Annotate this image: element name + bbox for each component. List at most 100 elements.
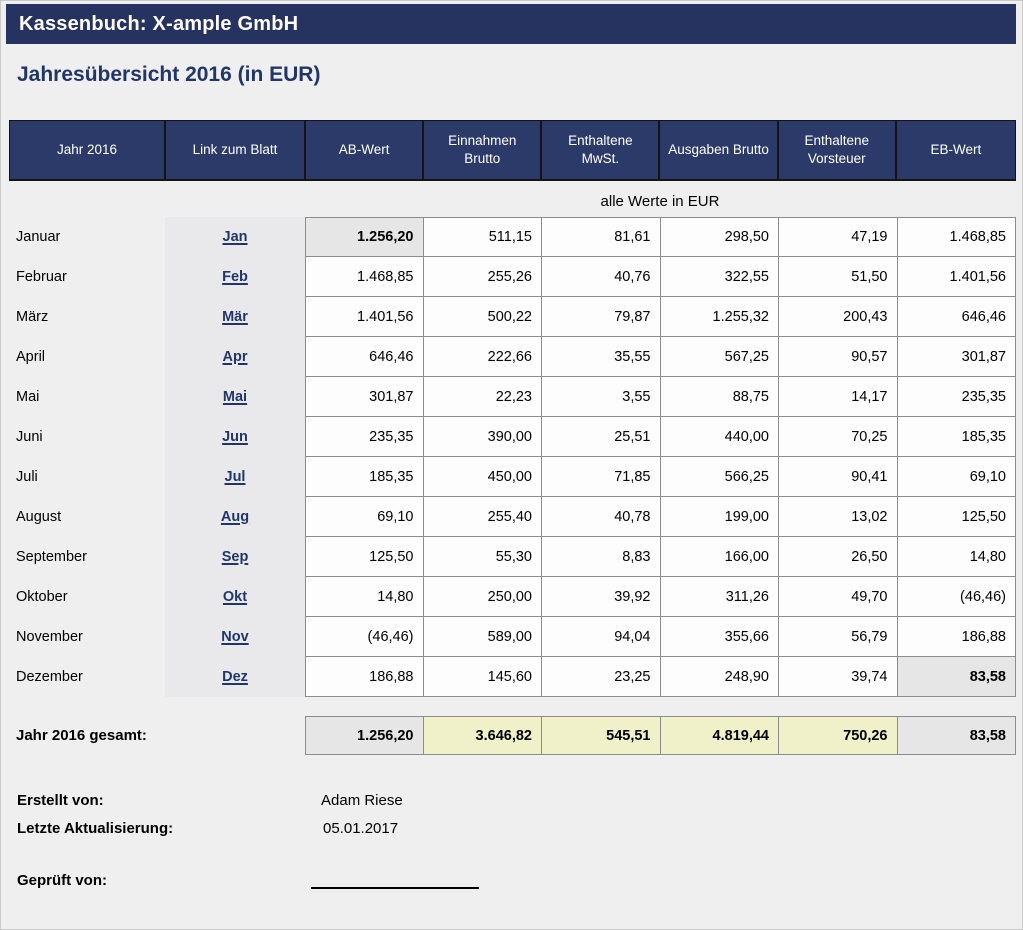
einnahmen-brutto-cell: 589,00 [424,617,543,657]
sheet-link[interactable]: Jan [223,229,248,245]
ausgaben-brutto-cell: 440,00 [661,417,780,457]
ab-wert-cell: 646,46 [305,337,424,377]
header-eb-wert: EB-Wert [897,121,1015,179]
created-by-label: Erstellt von: [17,792,104,809]
sheet-link-cell: Okt [165,577,305,617]
sheet-link-cell: Apr [165,337,305,377]
einnahmen-brutto-cell: 145,60 [424,657,543,697]
enthaltene-mwst-cell: 23,25 [542,657,661,697]
ausgaben-brutto-cell: 311,26 [661,577,780,617]
header-ab-wert: AB-Wert [306,121,424,179]
enthaltene-mwst-cell: 79,87 [542,297,661,337]
ausgaben-brutto-cell: 322,55 [661,257,780,297]
totals-row: Jahr 2016 gesamt: 1.256,20 3.646,82 545,… [9,716,1016,755]
month-label: Dezember [9,657,165,697]
ausgaben-brutto-cell: 567,25 [661,337,780,377]
sheet-link[interactable]: Apr [223,349,248,365]
sheet-link-cell: Mai [165,377,305,417]
month-label: Juli [9,457,165,497]
month-label: September [9,537,165,577]
einnahmen-brutto-cell: 255,26 [424,257,543,297]
enthaltene-mwst-cell: 94,04 [542,617,661,657]
sheet-link[interactable]: Okt [223,589,247,605]
sheet-link-cell: Sep [165,537,305,577]
ausgaben-brutto-cell: 355,66 [661,617,780,657]
ausgaben-brutto-cell: 566,25 [661,457,780,497]
sheet-link[interactable]: Nov [221,629,248,645]
einnahmen-brutto-cell: 390,00 [424,417,543,457]
einnahmen-brutto-cell: 222,66 [424,337,543,377]
header-einnahmen-brutto: Einnahmen Brutto [424,121,542,179]
einnahmen-brutto-cell: 500,22 [424,297,543,337]
totals-ab-wert-cell: 1.256,20 [305,716,424,755]
sheet-link-cell: Mär [165,297,305,337]
header-enthaltene-mwst: Enthaltene MwSt. [542,121,660,179]
ausgaben-brutto-cell: 298,50 [661,217,780,257]
table-body: Januar Jan 1.256,20 511,15 81,61 298,50 … [9,217,1016,697]
einnahmen-brutto-cell: 250,00 [424,577,543,617]
enthaltene-mwst-cell: 39,92 [542,577,661,617]
totals-vorsteuer-cell: 750,26 [779,716,898,755]
enthaltene-mwst-cell: 71,85 [542,457,661,497]
month-label: Mai [9,377,165,417]
table-header-row: Jahr 2016 Link zum Blatt AB-Wert Einnahm… [9,120,1016,181]
enthaltene-vorsteuer-cell: 39,74 [779,657,898,697]
enthaltene-mwst-cell: 3,55 [542,377,661,417]
enthaltene-vorsteuer-cell: 51,50 [779,257,898,297]
signature-line [311,887,479,889]
enthaltene-vorsteuer-cell: 90,57 [779,337,898,377]
month-label: Januar [9,217,165,257]
sheet-link-cell: Jun [165,417,305,457]
month-label: August [9,497,165,537]
totals-mwst-cell: 545,51 [542,716,661,755]
ab-wert-cell: 235,35 [305,417,424,457]
enthaltene-mwst-cell: 40,78 [542,497,661,537]
totals-label: Jahr 2016 gesamt: [9,716,305,755]
sheet-link-cell: Feb [165,257,305,297]
checked-by-label: Geprüft von: [17,872,107,889]
eb-wert-cell: 125,50 [898,497,1017,537]
enthaltene-mwst-cell: 81,61 [542,217,661,257]
eb-wert-cell: 1.468,85 [898,217,1017,257]
kassenbuch-page: Kassenbuch: X-ample GmbH Jahresübersicht… [0,0,1023,930]
sheet-link[interactable]: Jul [225,469,246,485]
last-updated-value: 05.01.2017 [323,820,398,837]
month-label: November [9,617,165,657]
sheet-link[interactable]: Feb [222,269,248,285]
enthaltene-mwst-cell: 35,55 [542,337,661,377]
month-label: April [9,337,165,377]
enthaltene-mwst-cell: 40,76 [542,257,661,297]
ab-wert-cell: 125,50 [305,537,424,577]
sheet-link[interactable]: Dez [222,669,248,685]
ab-wert-cell: 1.256,20 [305,217,424,257]
sheet-link[interactable]: Mai [223,389,247,405]
ausgaben-brutto-cell: 166,00 [661,537,780,577]
sheet-link[interactable]: Mär [222,309,248,325]
app-title: Kassenbuch: X-ample GmbH [6,13,298,36]
sheet-link-cell: Aug [165,497,305,537]
month-label: Februar [9,257,165,297]
enthaltene-vorsteuer-cell: 70,25 [779,417,898,457]
sheet-link[interactable]: Aug [221,509,249,525]
sheet-link[interactable]: Sep [222,549,249,565]
eb-wert-cell: 185,35 [898,417,1017,457]
enthaltene-vorsteuer-cell: 90,41 [779,457,898,497]
sheet-link[interactable]: Jun [222,429,248,445]
enthaltene-vorsteuer-cell: 47,19 [779,217,898,257]
sheet-link-cell: Dez [165,657,305,697]
month-label: Juni [9,417,165,457]
enthaltene-vorsteuer-cell: 26,50 [779,537,898,577]
eb-wert-cell: 1.401,56 [898,257,1017,297]
header-enthaltene-vorsteuer: Enthaltene Vorsteuer [779,121,897,179]
page-title: Jahresübersicht 2016 (in EUR) [17,63,320,87]
ab-wert-cell: (46,46) [305,617,424,657]
eb-wert-cell: 186,88 [898,617,1017,657]
enthaltene-mwst-cell: 25,51 [542,417,661,457]
last-updated-label: Letzte Aktualisierung: [17,820,173,837]
ab-wert-cell: 1.401,56 [305,297,424,337]
enthaltene-vorsteuer-cell: 14,17 [779,377,898,417]
totals-ausgaben-cell: 4.819,44 [661,716,780,755]
ausgaben-brutto-cell: 1.255,32 [661,297,780,337]
ausgaben-brutto-cell: 248,90 [661,657,780,697]
app-title-bar: Kassenbuch: X-ample GmbH [6,4,1016,44]
